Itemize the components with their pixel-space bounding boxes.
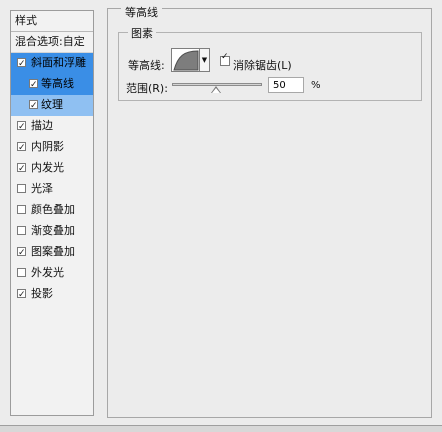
- range-value-input[interactable]: [268, 77, 304, 93]
- stroke-label: 描边: [31, 119, 53, 132]
- style-item-drop-shadow[interactable]: 投影: [11, 284, 93, 305]
- style-item-bevel-emboss[interactable]: 斜面和浮雕: [11, 53, 93, 74]
- texture-checkbox[interactable]: [29, 96, 38, 116]
- stroke-checkbox[interactable]: [17, 117, 26, 137]
- color-overlay-label: 颜色叠加: [31, 203, 75, 216]
- section-title: 等高线: [121, 4, 162, 20]
- inner-shadow-label: 内阴影: [31, 140, 64, 153]
- style-item-color-overlay[interactable]: 颜色叠加: [11, 200, 93, 221]
- contour-label: 等高线: [41, 77, 74, 90]
- style-item-stroke[interactable]: 描边: [11, 116, 93, 137]
- satin-label: 光泽: [31, 182, 53, 195]
- gradient-overlay-label: 渐变叠加: [31, 224, 75, 237]
- chevron-down-icon: ▼: [201, 56, 208, 64]
- outer-glow-label: 外发光: [31, 266, 64, 279]
- contour-dropdown-button[interactable]: ▼: [199, 48, 210, 72]
- outer-glow-checkbox[interactable]: [17, 268, 26, 277]
- bevel-emboss-checkbox[interactable]: [17, 54, 26, 74]
- range-slider-thumb-fill: [212, 88, 220, 93]
- pattern-overlay-checkbox[interactable]: [17, 243, 26, 263]
- elements-group-title: 图素: [128, 25, 156, 41]
- contour-checkbox[interactable]: [29, 75, 38, 95]
- pattern-overlay-label: 图案叠加: [31, 245, 75, 258]
- style-item-inner-shadow[interactable]: 内阴影: [11, 137, 93, 158]
- bevel-emboss-label: 斜面和浮雕: [31, 56, 86, 69]
- range-label: 范围(R):: [126, 82, 168, 95]
- style-item-inner-glow[interactable]: 内发光: [11, 158, 93, 179]
- style-item-outer-glow[interactable]: 外发光: [11, 263, 93, 284]
- blend-options-item[interactable]: 混合选项:自定: [11, 32, 93, 53]
- range-unit: %: [311, 80, 321, 91]
- color-overlay-checkbox[interactable]: [17, 205, 26, 214]
- anti-alias-label: 消除锯齿(L): [233, 59, 292, 72]
- drop-shadow-checkbox[interactable]: [17, 285, 26, 305]
- contour-field-label: 等高线:: [128, 59, 165, 72]
- drop-shadow-label: 投影: [31, 287, 53, 300]
- style-item-texture[interactable]: 纹理: [11, 95, 93, 116]
- gradient-overlay-checkbox[interactable]: [17, 226, 26, 235]
- styles-title: 样式: [11, 11, 93, 32]
- satin-checkbox[interactable]: [17, 184, 26, 193]
- styles-panel: 样式 混合选项:自定 斜面和浮雕 等高线 纹理 描边 内阴影 内发光 光泽 颜色…: [10, 10, 94, 416]
- style-item-satin[interactable]: 光泽: [11, 179, 93, 200]
- inner-glow-checkbox[interactable]: [17, 159, 26, 179]
- contour-preview[interactable]: [171, 48, 201, 72]
- style-item-pattern-overlay[interactable]: 图案叠加: [11, 242, 93, 263]
- inner-glow-label: 内发光: [31, 161, 64, 174]
- inner-shadow-checkbox[interactable]: [17, 138, 26, 158]
- texture-label: 纹理: [41, 98, 63, 111]
- anti-alias-checkbox[interactable]: [220, 52, 230, 66]
- contour-curve-icon: [173, 50, 199, 71]
- style-item-gradient-overlay[interactable]: 渐变叠加: [11, 221, 93, 242]
- style-item-contour[interactable]: 等高线: [11, 74, 93, 95]
